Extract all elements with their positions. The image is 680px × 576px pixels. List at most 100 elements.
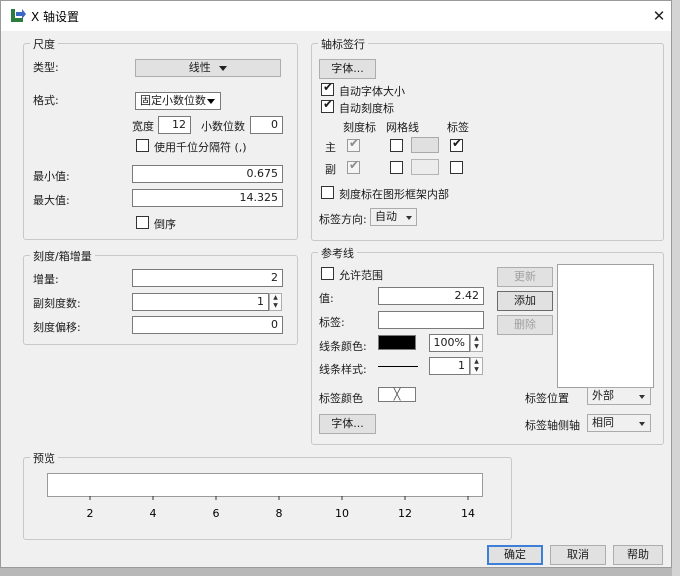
opacity-spinner[interactable]: ▲ ▼ — [470, 334, 483, 352]
reference-line-list[interactable] — [557, 264, 654, 388]
width-input[interactable]: 12 — [158, 116, 191, 134]
tick-group-title: 刻度/箱增量 — [30, 248, 95, 264]
tick-offset-input[interactable]: 0 — [132, 316, 283, 334]
line-color-label: 线条颜色: — [319, 340, 367, 353]
col-header-label: 标签 — [447, 121, 469, 134]
ref-label-label: 标签: — [319, 316, 345, 329]
check-icon: ✔ — [452, 136, 463, 150]
auto-ticks-checkbox[interactable]: ✔ — [321, 97, 334, 113]
line-color-swatch[interactable] — [378, 335, 416, 350]
chevron-down-icon — [639, 422, 645, 426]
spin-down-icon[interactable]: ▼ — [270, 302, 281, 310]
line-style-label: 线条样式: — [319, 363, 367, 376]
auto-font-size-label: 自动字体大小 — [339, 85, 405, 98]
scale-type-label: 类型: — [33, 61, 59, 74]
tick-offset-label: 刻度偏移: — [33, 321, 81, 334]
minor-grid-checkbox[interactable] — [390, 161, 403, 174]
major-label-checkbox[interactable]: ✔ — [450, 136, 463, 152]
label-color-swatch[interactable]: ╳ — [378, 387, 416, 402]
increment-input[interactable]: 2 — [132, 269, 283, 287]
col-header-grid: 网格线 — [386, 121, 419, 134]
minor-grid-color-swatch[interactable] — [411, 159, 439, 175]
format-dropdown[interactable]: 固定小数位数 — [135, 92, 221, 110]
increment-label: 增量: — [33, 273, 59, 286]
ref-label-input[interactable] — [378, 311, 484, 329]
spin-down-icon[interactable]: ▼ — [471, 366, 482, 374]
min-input[interactable]: 0.675 — [132, 165, 283, 183]
spin-up-icon[interactable]: ▲ — [471, 335, 482, 343]
chevron-down-icon — [207, 99, 215, 104]
chevron-down-icon — [639, 395, 645, 399]
preview-axis-box — [47, 473, 483, 497]
reverse-order-label: 倒序 — [154, 218, 176, 231]
axis-label-row-title: 轴标签行 — [318, 36, 368, 52]
spin-up-icon[interactable]: ▲ — [270, 294, 281, 302]
allow-range-checkbox[interactable] — [321, 267, 334, 280]
preview-tick-label: 10 — [335, 507, 349, 520]
check-icon: ✔ — [323, 97, 334, 111]
preview-tick-label: 8 — [276, 507, 283, 520]
label-direction-label: 标签方向: — [319, 213, 367, 226]
ref-value-input[interactable]: 2.42 — [378, 287, 484, 305]
background-window-edge — [672, 0, 680, 576]
label-side-dropdown[interactable]: 相同 — [587, 414, 651, 432]
tick-inside-checkbox[interactable] — [321, 186, 334, 199]
ref-font-button[interactable]: 字体... — [319, 414, 376, 434]
check-icon: ✔ — [323, 80, 334, 94]
help-button[interactable]: 帮助 — [613, 545, 663, 565]
minor-ticks-spinner[interactable]: ▲ ▼ — [269, 293, 282, 311]
x-axis-settings-dialog: X 轴设置 ✕ 尺度 类型: 线性 格式: 固定小数位数 宽度 12 小数位数 … — [0, 0, 672, 568]
line-style-sample[interactable] — [378, 366, 418, 367]
minor-label-checkbox[interactable] — [450, 161, 463, 174]
check-icon: ✔ — [349, 136, 360, 150]
minor-ticks-input[interactable]: 1 — [132, 293, 269, 311]
col-header-tick: 刻度标 — [343, 121, 376, 134]
max-input[interactable]: 14.325 — [132, 189, 283, 207]
ref-value-label: 值: — [319, 292, 334, 305]
opacity-input[interactable]: 100% — [429, 334, 470, 352]
reference-line-title: 参考线 — [318, 245, 357, 261]
chevron-down-icon — [406, 216, 412, 220]
max-label: 最大值: — [33, 194, 70, 207]
line-width-input[interactable]: 1 — [429, 357, 470, 375]
scale-group-title: 尺度 — [30, 36, 58, 52]
label-side-value: 相同 — [592, 416, 614, 429]
check-icon: ✔ — [349, 158, 360, 172]
window-title: X 轴设置 — [31, 10, 80, 24]
label-direction-value: 自动 — [375, 210, 397, 223]
label-color-label: 标签颜色 — [319, 392, 363, 405]
decimals-label: 小数位数 — [201, 120, 245, 133]
auto-font-size-checkbox[interactable]: ✔ — [321, 80, 334, 96]
format-label: 格式: — [33, 94, 59, 107]
label-position-dropdown[interactable]: 外部 — [587, 387, 651, 405]
reverse-order-checkbox[interactable] — [136, 216, 149, 229]
minor-ticks-label: 副刻度数: — [33, 297, 81, 310]
allow-range-label: 允许范围 — [339, 269, 383, 282]
auto-ticks-label: 自动刻度标 — [339, 102, 394, 115]
preview-axis: 2 4 6 8 10 12 14 — [87, 496, 475, 520]
scale-type-dropdown[interactable]: 线性 — [135, 59, 281, 77]
delete-button[interactable]: 删除 — [497, 315, 553, 335]
ok-button[interactable]: 确定 — [487, 545, 543, 565]
spin-down-icon[interactable]: ▼ — [471, 343, 482, 351]
cancel-button[interactable]: 取消 — [550, 545, 606, 565]
decimals-input[interactable]: 0 — [250, 116, 283, 134]
preview-tick-label: 14 — [461, 507, 475, 520]
major-grid-color-swatch[interactable] — [411, 137, 439, 153]
width-label: 宽度 — [132, 120, 154, 133]
preview-tick-label: 12 — [398, 507, 412, 520]
label-direction-dropdown[interactable]: 自动 — [370, 208, 417, 226]
add-button[interactable]: 添加 — [497, 291, 553, 311]
axis-font-button[interactable]: 字体... — [319, 59, 376, 79]
line-width-spinner[interactable]: ▲ ▼ — [470, 357, 483, 375]
preview-group-title: 预览 — [30, 450, 58, 466]
label-position-label: 标签位置 — [525, 392, 569, 405]
row-major-label: 主 — [325, 141, 336, 154]
scale-type-value: 线性 — [188, 61, 211, 74]
thousands-separator-checkbox[interactable] — [136, 139, 149, 152]
update-button[interactable]: 更新 — [497, 267, 553, 287]
spin-up-icon[interactable]: ▲ — [471, 358, 482, 366]
close-icon[interactable]: ✕ — [649, 6, 669, 26]
format-value: 固定小数位数 — [140, 94, 206, 107]
major-grid-checkbox[interactable] — [390, 139, 403, 152]
